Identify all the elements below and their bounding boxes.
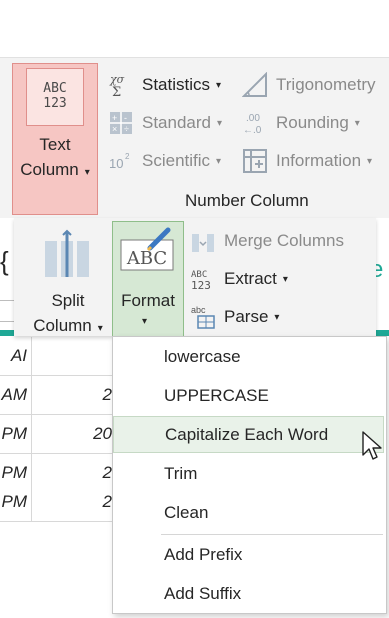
menu-item-capitalize-each-word[interactable]: Capitalize Each Word <box>113 416 384 453</box>
information-grid-icon <box>242 148 268 174</box>
table-row: PM 20 <box>0 415 112 454</box>
split-column-label: Column ▾ <box>33 316 103 335</box>
chevron-down-icon: ▾ <box>217 117 223 129</box>
standard-ops-icon: + - × ÷ <box>108 110 134 136</box>
table-cell[interactable]: 2 <box>33 376 112 414</box>
table-cell[interactable]: 20 <box>33 415 112 453</box>
chevron-down-icon: ▾ <box>142 316 148 327</box>
svg-text:←.0: ←.0 <box>243 125 262 136</box>
standard-button[interactable]: + - × ÷ Standard ▾ <box>108 108 222 138</box>
table-row: PM 2 <box>0 483 112 522</box>
information-button[interactable]: Information ▾ <box>242 146 372 176</box>
chevron-down-icon: ▾ <box>274 311 280 323</box>
statistics-button[interactable]: χσ Σ Statistics ▾ <box>108 70 221 100</box>
table-row: AI <box>0 337 112 376</box>
table-cell[interactable]: AI <box>0 337 32 375</box>
extract-icon: ABC 123 <box>190 266 216 292</box>
chevron-down-icon: ▾ <box>282 273 288 285</box>
extract-button[interactable]: ABC 123 Extract ▾ <box>190 264 288 294</box>
split-column-icon <box>44 229 92 284</box>
table-row: AM 2 <box>0 376 112 415</box>
table-cell[interactable]: PM <box>0 415 32 453</box>
table-cell[interactable]: AM <box>0 376 32 414</box>
trigonometry-button[interactable]: Trigonometry <box>242 70 376 100</box>
chevron-down-icon: ▾ <box>354 117 360 129</box>
rounding-button[interactable]: .00 ←.0 Rounding ▾ <box>242 108 360 138</box>
svg-text:10: 10 <box>109 156 123 171</box>
format-icon: ABC <box>120 226 176 279</box>
column-accent-bar <box>0 330 14 336</box>
scientific-button[interactable]: 10 2 Scientific ▾ <box>108 146 221 176</box>
svg-text:.00: .00 <box>246 113 260 124</box>
svg-text:ABC: ABC <box>126 248 167 269</box>
merge-columns-icon <box>190 228 216 254</box>
text-column-label-line1: Text <box>39 135 71 154</box>
svg-text:Σ: Σ <box>112 85 121 98</box>
chevron-down-icon: ▾ <box>84 167 90 178</box>
svg-text:+: + <box>112 113 117 123</box>
rounding-icon: .00 ←.0 <box>242 110 268 136</box>
table-cell[interactable]: 2 <box>33 483 112 521</box>
svg-text:abc: abc <box>191 305 206 315</box>
triangle-icon <box>242 72 268 98</box>
menu-item-lowercase[interactable]: lowercase <box>113 338 384 375</box>
group-label-number-column: Number Column <box>185 191 309 210</box>
chevron-down-icon: ▾ <box>97 323 103 334</box>
formula-bar-fragment: { <box>0 246 9 276</box>
scientific-icon: 10 2 <box>108 148 134 174</box>
chevron-down-icon: ▾ <box>216 155 222 167</box>
text-column-icon: ABC 123 <box>26 68 84 126</box>
split-column-label-line1: Split <box>51 291 85 310</box>
menu-item-trim[interactable]: Trim <box>113 455 384 492</box>
statistics-icon: χσ Σ <box>108 72 134 98</box>
menu-item-add-suffix[interactable]: Add Suffix <box>113 575 384 612</box>
svg-text:123: 123 <box>191 279 211 292</box>
svg-text:×: × <box>112 124 117 134</box>
merge-columns-button[interactable]: Merge Columns <box>190 226 344 256</box>
chevron-down-icon: ▾ <box>216 79 222 91</box>
svg-text:÷: ÷ <box>124 124 129 134</box>
table-cell[interactable]: PM <box>0 483 32 521</box>
parse-button[interactable]: abc Parse ▾ <box>190 302 279 332</box>
svg-text:-: - <box>124 113 127 123</box>
chevron-down-icon: ▾ <box>367 155 373 167</box>
svg-text:2: 2 <box>125 152 130 161</box>
mouse-pointer-icon <box>362 431 382 466</box>
menu-separator <box>161 534 383 535</box>
menu-item-clean[interactable]: Clean <box>113 494 384 531</box>
menu-item-add-prefix[interactable]: Add Prefix <box>113 536 384 573</box>
text-column-label: Column ▾ <box>20 160 90 179</box>
parse-icon: abc <box>190 304 216 330</box>
dropdown-fragment[interactable] <box>0 300 15 322</box>
format-label: Format <box>121 291 175 310</box>
menu-item-uppercase[interactable]: UPPERCASE <box>113 377 384 414</box>
